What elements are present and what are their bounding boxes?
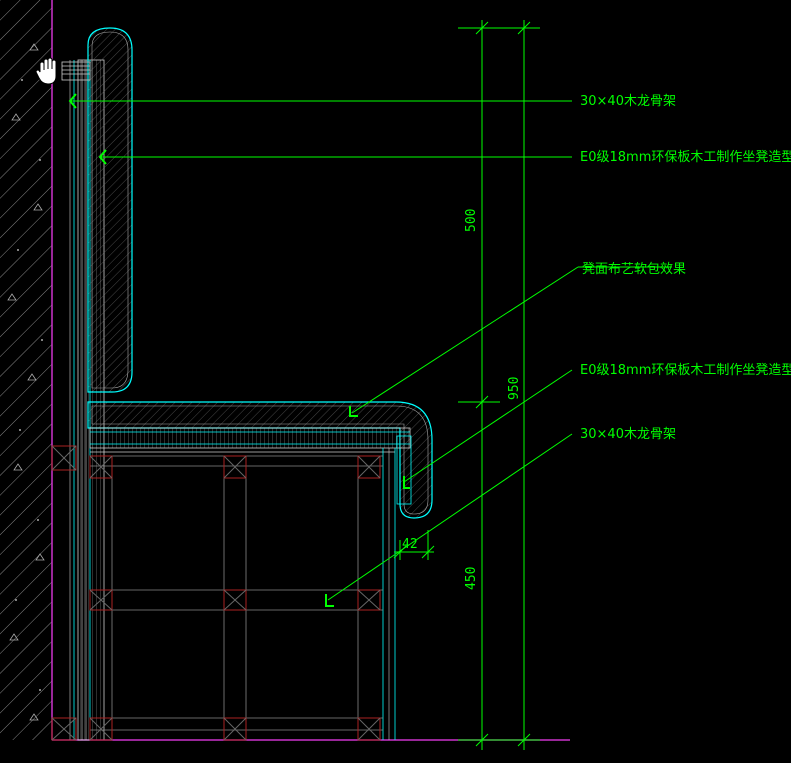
annotation-frame-base: 30×40木龙骨架: [580, 427, 676, 442]
dim-back-height: 500: [464, 209, 479, 232]
leader-lines: [70, 100, 672, 601]
annotation-board-back: E0级18mm环保板木工制作坐凳造型: [580, 149, 791, 165]
seat-panel: [89, 427, 411, 453]
dim-seat-height: 450: [464, 567, 479, 590]
wall-section: [0, 0, 52, 740]
annotation-seat-fabric: 凳面布艺软包效果: [582, 261, 686, 277]
dim-total-height: 950: [507, 377, 522, 400]
annotation-board-seat: E0级18mm环保板木工制作坐凳造型: [580, 362, 791, 378]
annotation-frame-top: 30×40木龙骨架: [580, 94, 676, 109]
cad-drawing-canvas[interactable]: 500 950 450 42 30×40木龙骨架 E0级18mm环保板木工制作坐…: [0, 0, 791, 763]
backrest-cushion: [87, 27, 133, 393]
dim-edge-width: 42: [402, 537, 418, 552]
